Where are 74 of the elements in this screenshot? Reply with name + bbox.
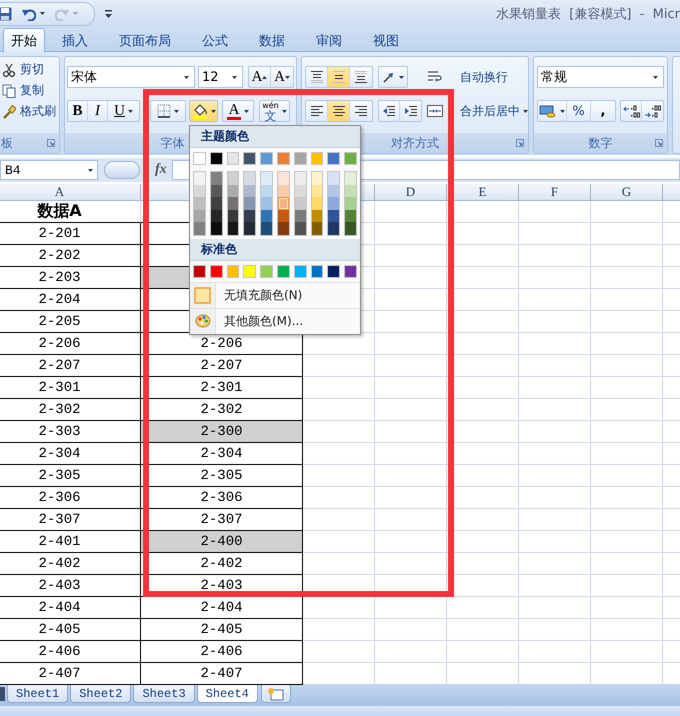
wrap-text-button[interactable]: 自动换行 [426,66,528,88]
table-cell: 2-403 [0,575,141,597]
table-cell: 2-207 [141,355,303,377]
phonetic-guide-button[interactable]: wén 文 [259,100,290,122]
comma-button[interactable]: , [591,101,615,121]
table-cell: 2-202 [0,245,141,267]
column-header[interactable]: A [0,184,141,201]
table-cell: 数据A [0,201,141,223]
table-cell: 2-404 [0,597,141,619]
table-cell: 2-207 [0,355,141,377]
section-header: 标准色 [190,238,360,261]
table-cell: 2-304 [141,443,303,465]
ribbon-tab[interactable]: 开始 [3,28,45,52]
copy-button[interactable]: 复制 [1,80,59,101]
table-cell: 2-205 [0,311,141,333]
table-cell: 2-405 [141,619,303,641]
font-color-button[interactable]: A [222,100,254,122]
group-label: 字体 [160,134,184,152]
font-name-field[interactable]: 宋体 [67,66,195,88]
ribbon-tab[interactable]: 视图 [359,29,413,51]
table-cell: 2-305 [0,465,141,487]
ribbon-tab[interactable]: 公式 [188,29,242,51]
table-cell: 2-300 [141,421,303,443]
table-cell: 2-402 [141,553,303,575]
table-cell: 2-307 [0,509,141,531]
insert-function-button[interactable]: fx [152,162,170,178]
ribbon-tab[interactable]: 插入 [48,29,102,51]
table-cell: 2-306 [141,487,303,509]
column-header[interactable]: E [447,184,519,201]
format-painter-button[interactable]: 格式刷 [1,101,59,122]
bold-button[interactable]: B [68,101,88,121]
table-cell: 2-404 [141,597,303,619]
no-fill-item[interactable]: 无填充颜色(N) [190,282,360,308]
ribbon-tab[interactable]: 页面布局 [105,29,185,51]
name-box[interactable]: B4 [0,160,98,180]
table-cell: 2-204 [0,289,141,311]
sheet-tab[interactable]: Sheet3 [133,685,195,703]
table-cell: 2-403 [141,575,303,597]
column-header[interactable]: D [375,184,447,201]
underline-button[interactable]: U [108,101,139,121]
ribbon-tab[interactable]: 数据 [245,29,299,51]
table-cell: 2-400 [141,531,303,553]
table-cell: 2-304 [0,443,141,465]
window-title: 水果销量表 [兼容模式] - Micr [496,6,680,22]
cut-button[interactable]: 剪切 [1,59,59,80]
table-cell: 2-306 [0,487,141,509]
table-cell: 2-201 [0,223,141,245]
italic-button[interactable]: I [88,101,108,121]
table-cell: 2-402 [0,553,141,575]
column-header[interactable]: F [519,184,591,201]
merge-center-button[interactable]: 合并后居中 [426,100,528,122]
sheet-tab[interactable]: Sheet2 [70,685,132,703]
section-header: 主题颜色 [190,126,360,148]
table-cell: 2-302 [0,399,141,421]
table-cell: 2-405 [0,619,141,641]
group-label: 数字 [588,134,612,152]
grow-font-button[interactable]: A [249,67,271,87]
table-cell: 2-406 [0,641,141,663]
sheet-tab[interactable]: Sheet4 [196,685,258,703]
group-label: 对齐方式 [391,134,439,152]
table-cell: 2-406 [141,641,303,663]
shrink-font-button[interactable]: A [271,67,293,87]
number-format-field[interactable]: 常规 [537,66,664,88]
table-cell: 2-301 [0,377,141,399]
table-cell: 2-305 [141,465,303,487]
sheet-tab[interactable]: Sheet1 [7,685,68,703]
more-colors-item[interactable]: 其他颜色(M)... [190,308,360,334]
table-cell: 2-206 [0,333,141,355]
font-size-field[interactable]: 12 [198,66,243,88]
ribbon-tab[interactable]: 审阅 [302,29,356,51]
group-label: 板 [0,134,13,152]
column-header[interactable]: G [591,184,663,201]
percent-button[interactable]: % [567,101,591,121]
table-cell: 2-301 [141,377,303,399]
